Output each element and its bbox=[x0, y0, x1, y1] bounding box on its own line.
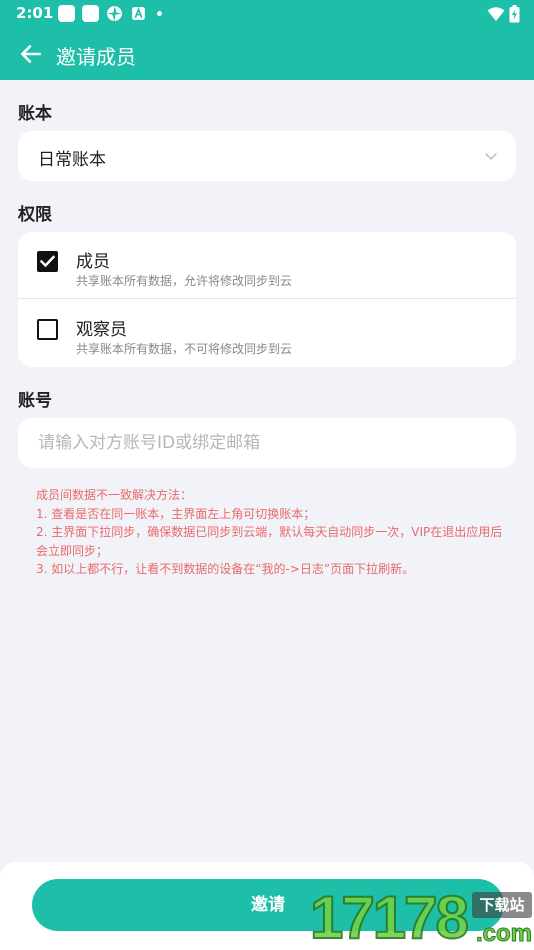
sync-help-notes: 成员间数据不一致解决方法： 1. 查看是否在同一账本，主界面左上角可切换账本； … bbox=[36, 486, 506, 579]
account-input[interactable] bbox=[18, 418, 516, 468]
battery-icon bbox=[509, 5, 520, 23]
page-title: 邀请成员 bbox=[56, 45, 136, 69]
account-section-label: 账号 bbox=[18, 391, 52, 411]
app-notification-icon bbox=[58, 5, 75, 22]
watermark-logo: 17178 bbox=[309, 884, 470, 950]
more-notifications-dot bbox=[157, 11, 162, 16]
book-section-label: 账本 bbox=[18, 104, 52, 124]
wifi-icon bbox=[487, 7, 505, 21]
app-bar: 邀请成员 bbox=[0, 28, 534, 80]
aperture-icon bbox=[107, 6, 122, 21]
permission-section-label: 权限 bbox=[18, 205, 52, 225]
permission-description: 共享账本所有数据，不可将修改同步到云 bbox=[76, 342, 293, 356]
chevron-down-icon bbox=[485, 153, 497, 161]
permission-option-observer[interactable]: 观察员 共享账本所有数据，不可将修改同步到云 bbox=[18, 300, 516, 367]
note-line: 1. 查看是否在同一账本，主界面左上角可切换账本； bbox=[36, 506, 316, 521]
watermark-domain: .com bbox=[475, 920, 533, 948]
permission-title: 成员 bbox=[76, 252, 110, 272]
a-box-icon bbox=[132, 6, 145, 20]
book-select[interactable]: 日常账本 bbox=[18, 131, 516, 181]
watermark-tag: 下载站 bbox=[472, 892, 532, 918]
observer-checkbox[interactable] bbox=[37, 319, 58, 340]
permission-title: 观察员 bbox=[76, 320, 127, 340]
status-time: 2:01 bbox=[16, 4, 54, 22]
permission-description: 共享账本所有数据，允许将修改同步到云 bbox=[76, 274, 293, 288]
checkmark-icon bbox=[39, 255, 56, 268]
notification-icons bbox=[58, 5, 162, 22]
permission-option-member[interactable]: 成员 共享账本所有数据，允许将修改同步到云 bbox=[18, 232, 516, 299]
note-line: 成员间数据不一致解决方法： bbox=[36, 488, 193, 502]
note-line: 2. 主界面下拉同步，确保数据已同步到云端，默认每天自动同步一次，VIP在退出应… bbox=[36, 525, 503, 558]
status-bar: 2:01 bbox=[0, 0, 534, 28]
back-arrow-icon[interactable] bbox=[18, 41, 44, 67]
note-line: 3. 如以上都不行，让看不到数据的设备在“我的->日志”页面下拉刷新。 bbox=[36, 562, 415, 576]
permission-options: 成员 共享账本所有数据，允许将修改同步到云 观察员 共享账本所有数据，不可将修改… bbox=[18, 232, 516, 367]
member-checkbox[interactable] bbox=[37, 251, 58, 272]
app-notification-icon bbox=[82, 5, 99, 22]
selected-book: 日常账本 bbox=[38, 150, 106, 170]
system-status bbox=[487, 5, 520, 23]
